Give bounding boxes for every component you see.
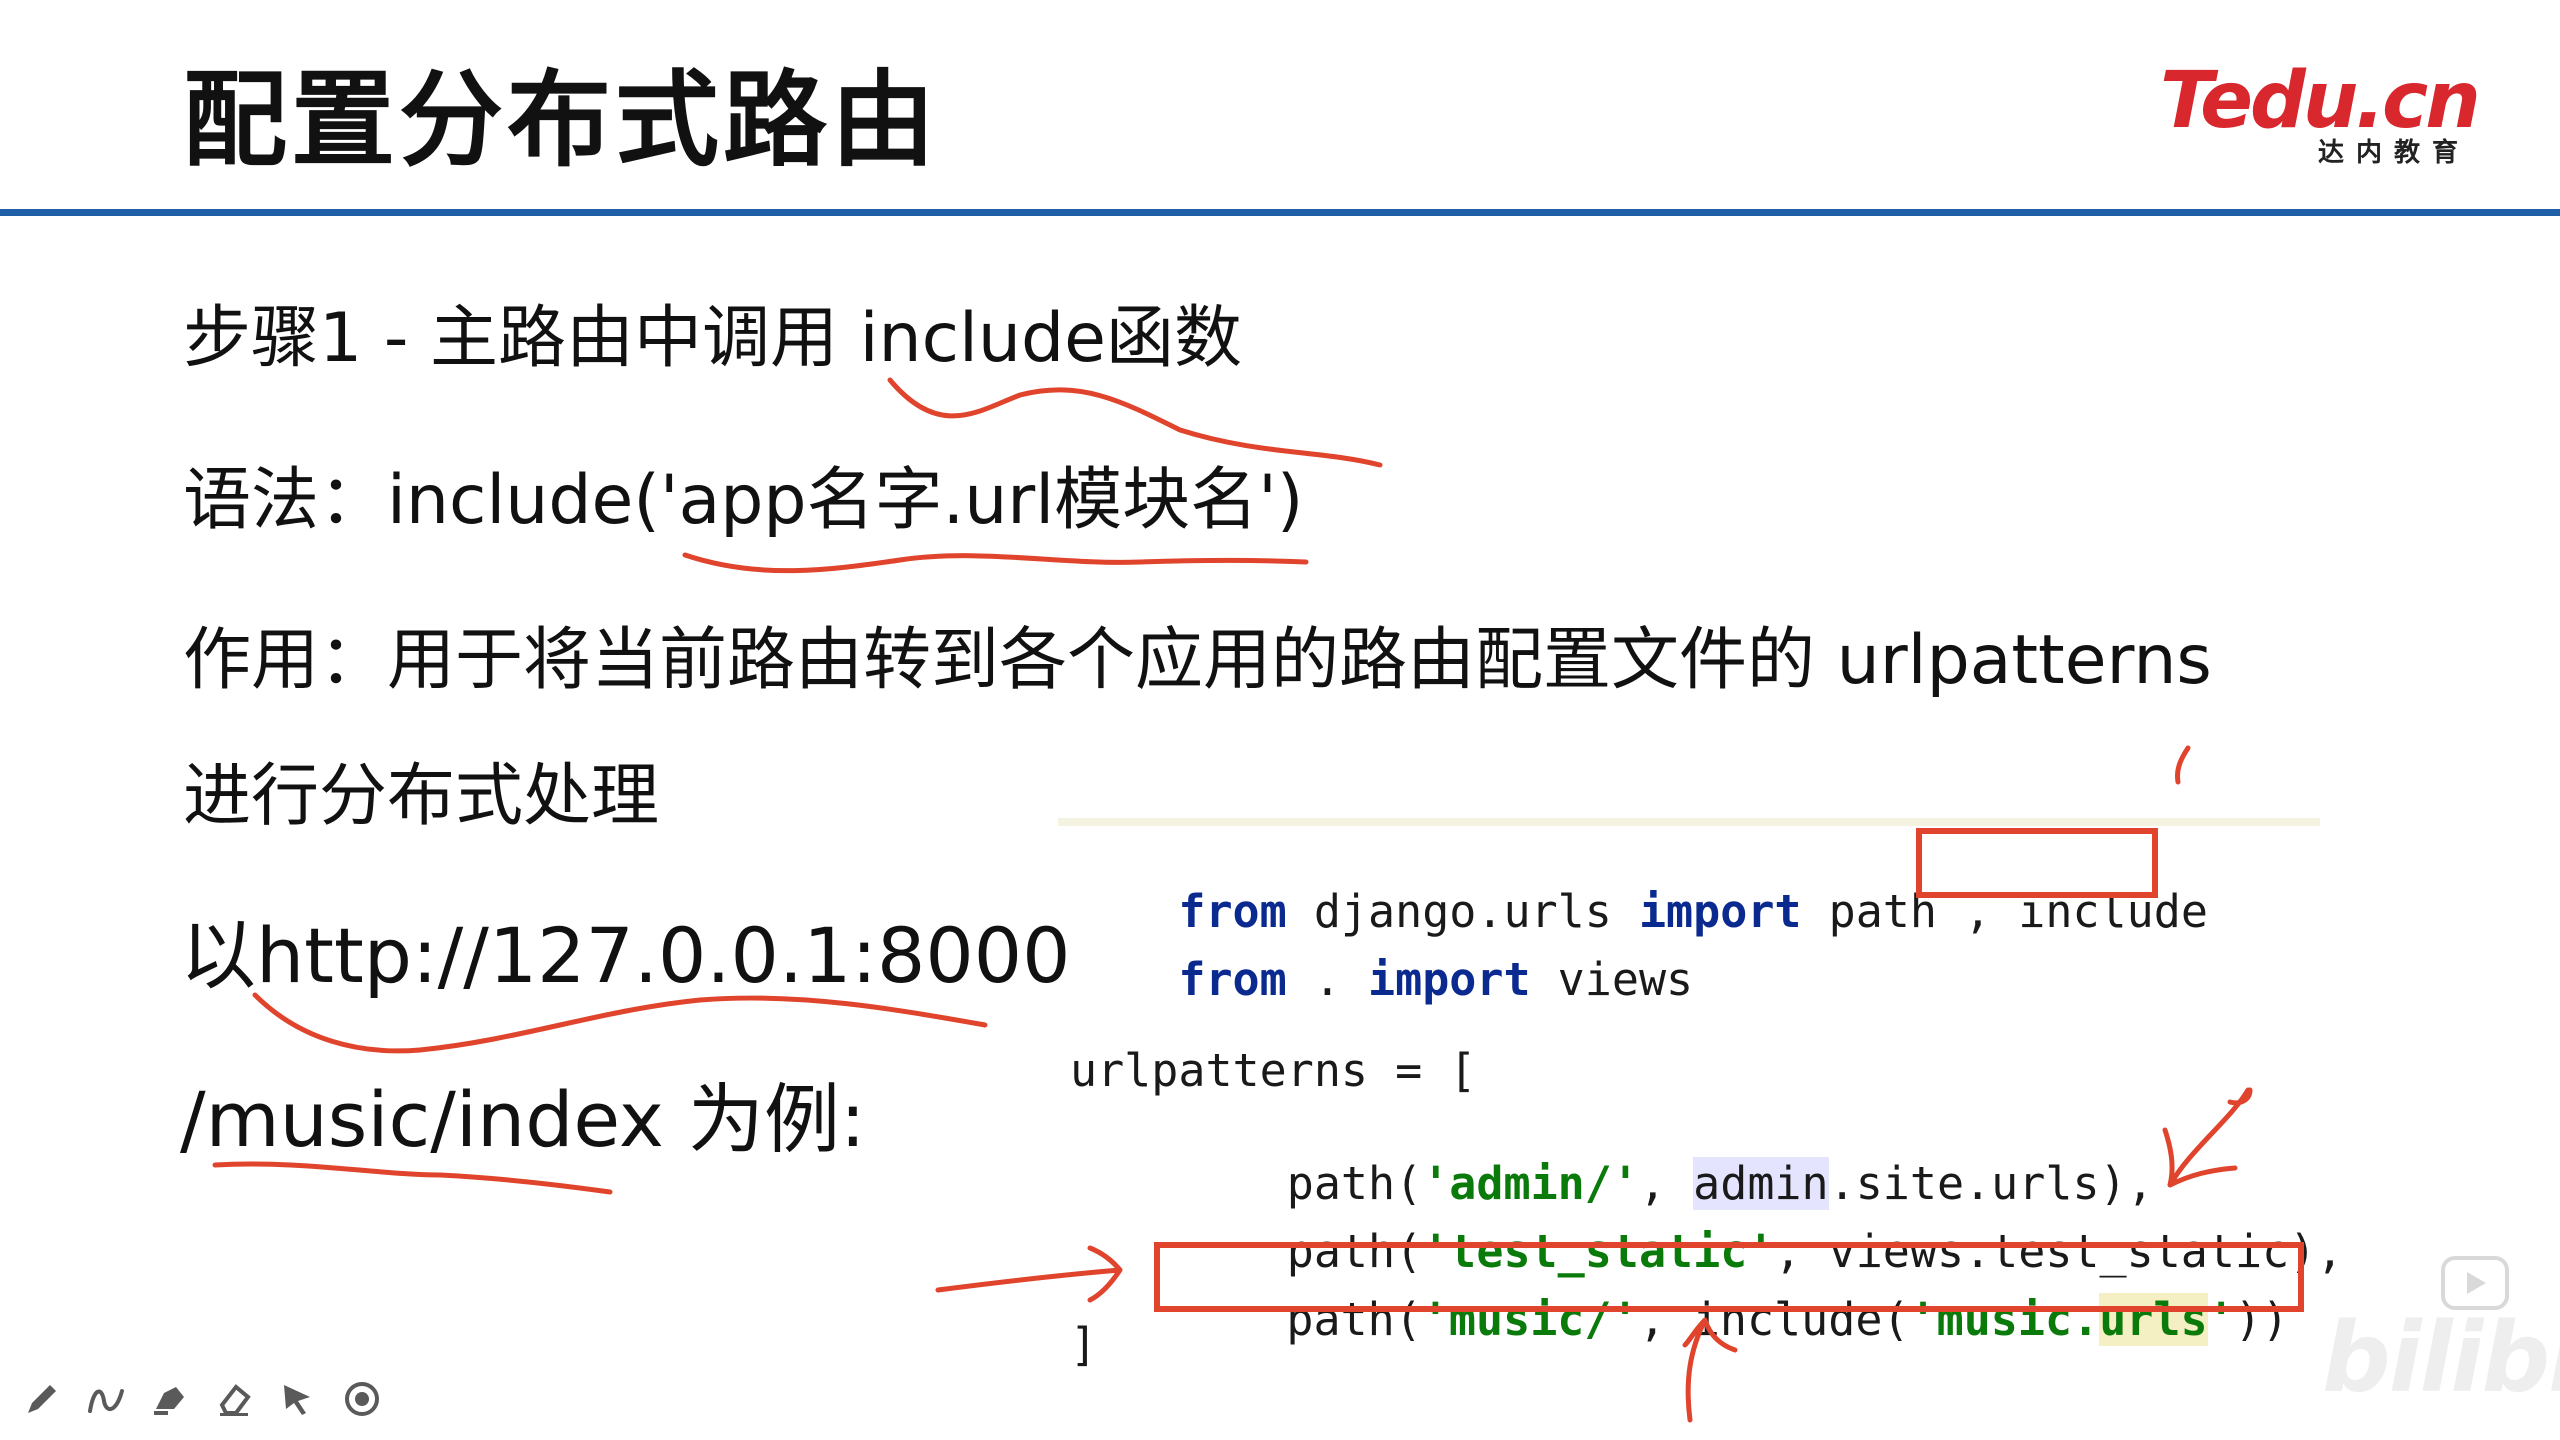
annotation-toolbar	[20, 1372, 384, 1426]
tick-mark-top	[2175, 745, 2191, 785]
syntax-line: 语法：include('app名字.url模块名')	[183, 461, 1304, 540]
tedu-logo: Tedu.cn 达内教育	[2160, 62, 2481, 172]
curve-icon[interactable]	[84, 1377, 128, 1421]
example-url-line-2: /music/index 为例:	[180, 1075, 866, 1164]
example-url-line-1: 以http://127.0.0.1:8000	[180, 911, 1071, 1000]
record-icon[interactable]	[340, 1377, 384, 1421]
pointer-icon[interactable]	[276, 1377, 320, 1421]
pen-icon[interactable]	[20, 1377, 64, 1421]
include-highlight-box	[1916, 828, 2158, 898]
code-line-2: from . import views	[1178, 953, 1694, 1006]
video-play-icon[interactable]	[2440, 1252, 2510, 1312]
logo-wordmark: Tedu.cn	[2160, 62, 2481, 140]
purpose-line-2: 进行分布式处理	[183, 757, 660, 836]
highlighter-icon[interactable]	[148, 1377, 192, 1421]
url-underline	[252, 992, 988, 1054]
music-path-highlight-box	[1154, 1242, 2304, 1312]
logo-subtitle: 达内教育	[2317, 138, 2470, 168]
eraser-icon[interactable]	[212, 1377, 256, 1421]
slide-title: 配置分布式路由	[183, 59, 940, 181]
title-divider	[0, 209, 2560, 216]
step-line: 步骤1 - 主路由中调用 include函数	[183, 299, 1243, 378]
syntax-underline	[682, 552, 1309, 574]
include-underline	[887, 377, 1383, 468]
bilibili-watermark: bilibili	[2322, 1302, 2560, 1414]
code-top-bar	[1058, 818, 2320, 826]
code-line-3: urlpatterns = [	[1070, 1044, 1477, 1097]
code-snippet: from django.urls import path , include f…	[1058, 818, 2343, 1378]
purpose-line-1: 作用：用于将当前路由转到各个应用的路由配置文件的 urlpatterns	[183, 621, 2212, 700]
code-line-7: ]	[1070, 1318, 1098, 1371]
path-underline	[212, 1161, 613, 1195]
